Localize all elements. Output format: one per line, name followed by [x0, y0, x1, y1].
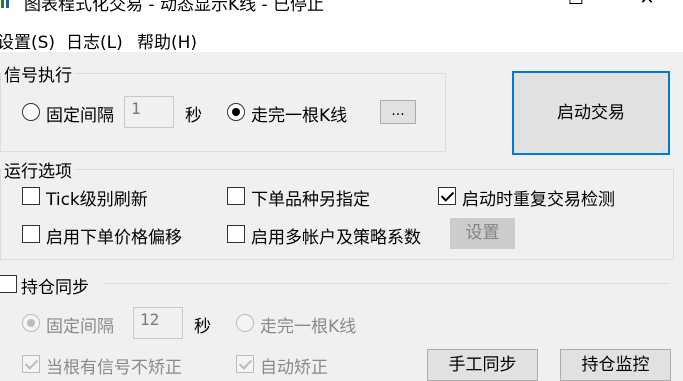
signal-more-button[interactable]: ...: [380, 100, 416, 124]
sync-seconds-label: 秒: [194, 317, 211, 337]
auto-correct-label: 自动矫正: [260, 358, 328, 378]
repeat-check-checkbox[interactable]: [438, 187, 456, 205]
position-sync-divider: [104, 283, 670, 284]
sync-bar-complete-label: 走完一根K线: [260, 317, 357, 337]
tick-refresh-checkbox[interactable]: [22, 187, 40, 205]
menu-help[interactable]: 帮助(H): [137, 28, 197, 53]
window-title: 图表程式化交易 - 动态显示K线 - 已停止: [24, 0, 325, 15]
multi-account-checkbox[interactable]: [227, 225, 245, 243]
menu-settings[interactable]: 设置(S): [0, 28, 55, 53]
position-sync-checkbox[interactable]: [0, 275, 17, 293]
close-button[interactable]: ✕: [624, 0, 670, 20]
sync-bar-complete-radio[interactable]: [236, 314, 254, 332]
sync-interval-input[interactable]: 12: [133, 307, 183, 339]
order-symbol-checkbox[interactable]: [227, 187, 245, 205]
price-offset-checkbox[interactable]: [22, 225, 40, 243]
sync-fixed-interval-radio[interactable]: [22, 314, 40, 332]
price-offset-label: 启用下单价格偏移: [46, 228, 182, 248]
menu-log[interactable]: 日志(L): [66, 28, 123, 53]
manual-sync-button[interactable]: 手工同步: [427, 349, 538, 381]
app-chart-icon: [1, 0, 9, 8]
signal-bar-complete-radio[interactable]: [227, 103, 245, 121]
tick-refresh-label: Tick级别刷新: [46, 190, 148, 210]
title-bar: 图表程式化交易 - 动态显示K线 - 已停止 — ☐ ✕: [0, 0, 683, 26]
auto-correct-checkbox[interactable]: [236, 355, 254, 373]
multi-account-label: 启用多帐户及策略系数: [251, 228, 421, 248]
signal-interval-input[interactable]: 1: [124, 96, 174, 128]
maximize-button[interactable]: ☐: [553, 0, 599, 20]
menu-bar: 设置(S) 日志(L) 帮助(H): [0, 26, 683, 53]
run-options-title: 运行选项: [2, 157, 74, 182]
position-sync-label: 持仓同步: [21, 278, 89, 298]
signal-seconds-label: 秒: [185, 106, 202, 126]
repeat-check-label: 启动时重复交易检测: [462, 190, 615, 210]
signal-fixed-interval-radio[interactable]: [22, 103, 40, 121]
multi-account-settings-button[interactable]: 设置: [450, 218, 515, 249]
signal-bar-complete-label: 走完一根K线: [251, 106, 348, 126]
minimize-button[interactable]: —: [507, 0, 553, 20]
start-trading-button[interactable]: 启动交易: [512, 71, 670, 155]
no-correct-checkbox[interactable]: [22, 355, 40, 373]
signal-fixed-interval-label: 固定间隔: [46, 106, 114, 126]
no-correct-label: 当根有信号不矫正: [46, 358, 182, 378]
signal-execution-title: 信号执行: [2, 61, 74, 86]
order-symbol-label: 下单品种另指定: [251, 190, 370, 210]
sync-fixed-interval-label: 固定间隔: [46, 317, 114, 337]
position-monitor-button[interactable]: 持仓监控: [560, 349, 671, 381]
